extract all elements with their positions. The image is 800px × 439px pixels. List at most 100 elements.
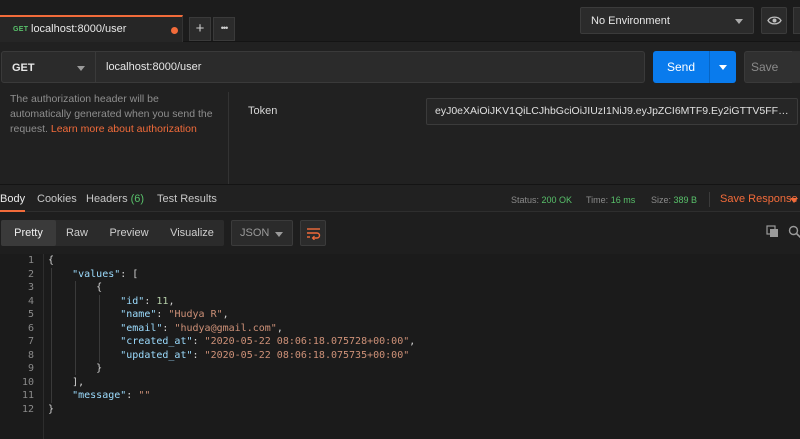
headers-count: (6) bbox=[130, 193, 145, 205]
code-line: { bbox=[48, 282, 103, 293]
tab-strip: GET localhost:8000/user + ••• No Environ… bbox=[0, 0, 800, 43]
format-value: JSON bbox=[240, 227, 270, 239]
time-label: Time: bbox=[586, 195, 609, 205]
view-mode-group: Pretty Raw Preview Visualize bbox=[1, 220, 224, 246]
manage-environments-button[interactable] bbox=[793, 7, 800, 34]
json-key: "name" bbox=[120, 309, 157, 320]
json-value: 11 bbox=[156, 295, 169, 307]
size-info: Size: 389 B bbox=[651, 195, 697, 205]
size-label: Size: bbox=[651, 195, 672, 205]
chevron-down-icon bbox=[735, 19, 743, 24]
response-toolbar: Pretty Raw Preview Visualize JSON bbox=[0, 212, 800, 254]
request-tab[interactable]: GET localhost:8000/user bbox=[0, 15, 183, 43]
line-number: 8 bbox=[27, 349, 34, 361]
size-value: 389 B bbox=[673, 195, 698, 205]
tab-test-results[interactable]: Test Results bbox=[157, 193, 217, 205]
code-line: } bbox=[48, 363, 103, 374]
unsaved-indicator-icon bbox=[171, 27, 178, 34]
time-info: Time: 16 ms bbox=[586, 195, 635, 205]
token-input[interactable]: eyJ0eXAiOiJKV1QiLCJhbGciOiJIUzI1NiJ9.eyJ… bbox=[426, 98, 798, 125]
json-key: "created_at" bbox=[120, 336, 193, 347]
tab-body[interactable]: Body bbox=[0, 193, 25, 205]
code-line: ], bbox=[48, 376, 85, 388]
auth-divider bbox=[228, 92, 229, 184]
eye-icon bbox=[767, 16, 782, 25]
line-number: 12 bbox=[21, 403, 34, 415]
response-tabs: Body Cookies Headers (6) Test Results St… bbox=[0, 184, 800, 212]
environment-selected: No Environment bbox=[591, 15, 670, 27]
http-method-value: GET bbox=[12, 62, 35, 74]
code-line: "message": "" bbox=[72, 390, 151, 401]
json-key: "id" bbox=[120, 295, 145, 307]
line-number-gutter: 1 2 3 4 5 6 7 8 9 10 11 12 bbox=[0, 254, 44, 439]
json-key: "message" bbox=[72, 390, 127, 401]
chevron-down-icon bbox=[77, 66, 85, 71]
view-raw[interactable]: Raw bbox=[56, 220, 98, 246]
environment-select[interactable]: No Environment bbox=[580, 7, 754, 34]
authorization-panel: The authorization header will be automat… bbox=[0, 92, 800, 184]
view-pretty[interactable]: Pretty bbox=[1, 220, 56, 246]
more-icon: ••• bbox=[220, 23, 229, 33]
code-line: "values": [ bbox=[72, 268, 139, 280]
json-key: "updated_at" bbox=[120, 349, 193, 361]
code-line: } bbox=[48, 403, 55, 415]
tab-options-button[interactable]: ••• bbox=[213, 17, 235, 41]
wrap-icon bbox=[307, 228, 321, 240]
send-options-button[interactable] bbox=[709, 51, 736, 83]
tab-headers-label: Headers bbox=[86, 193, 128, 205]
json-key: "values" bbox=[72, 268, 121, 280]
request-tab-title: localhost:8000/user bbox=[31, 23, 127, 35]
line-number: 1 bbox=[27, 255, 34, 266]
code-line: "name": "Hudya R", bbox=[120, 309, 229, 320]
view-preview[interactable]: Preview bbox=[98, 220, 160, 246]
json-value: "2020-05-22 08:06:18.075735+00:00" bbox=[204, 349, 410, 361]
add-tab-button[interactable]: + bbox=[189, 17, 211, 41]
json-value: "Hudya R" bbox=[168, 309, 223, 320]
line-number: 3 bbox=[27, 282, 34, 293]
meta-divider bbox=[709, 192, 710, 207]
add-tab-icon: + bbox=[195, 20, 205, 37]
line-number: 9 bbox=[27, 363, 34, 374]
code-line: "id": 11, bbox=[120, 295, 175, 307]
code-line: "email": "hudya@gmail.com", bbox=[120, 322, 283, 334]
json-value: "hudya@gmail.com" bbox=[174, 322, 277, 334]
token-label: Token bbox=[248, 105, 278, 117]
time-value: 16 ms bbox=[610, 195, 636, 205]
http-method-select[interactable]: GET bbox=[1, 51, 96, 83]
format-select[interactable]: JSON bbox=[231, 220, 293, 246]
request-url-bar: GET Send Save bbox=[0, 42, 800, 92]
authorization-help: The authorization header will be automat… bbox=[10, 92, 215, 137]
save-options-button[interactable] bbox=[792, 51, 800, 83]
line-number: 2 bbox=[27, 268, 34, 280]
url-input[interactable] bbox=[96, 51, 645, 83]
code-line: { bbox=[48, 255, 55, 266]
tab-cookies[interactable]: Cookies bbox=[37, 193, 77, 205]
code-line: "updated_at": "2020-05-22 08:06:18.07573… bbox=[120, 349, 410, 361]
code-line: "created_at": "2020-05-22 08:06:18.07572… bbox=[120, 336, 416, 347]
chevron-down-icon bbox=[275, 232, 283, 237]
environment-quick-look-button[interactable] bbox=[761, 7, 787, 34]
save-response-button[interactable]: Save Response bbox=[720, 193, 798, 205]
chevron-down-icon[interactable] bbox=[790, 198, 798, 203]
line-number: 4 bbox=[27, 295, 34, 307]
learn-more-link[interactable]: Learn more about authorization bbox=[51, 123, 197, 135]
line-number: 6 bbox=[27, 322, 34, 334]
line-number: 7 bbox=[27, 336, 34, 347]
copy-icon[interactable] bbox=[766, 225, 779, 238]
status-value: 200 OK bbox=[541, 195, 573, 205]
status-info: Status: 200 OK bbox=[511, 195, 572, 205]
json-value: "2020-05-22 08:06:18.075728+00:00" bbox=[204, 336, 410, 347]
json-value: "" bbox=[138, 390, 151, 401]
search-icon[interactable] bbox=[788, 225, 800, 238]
response-body[interactable]: 1 2 3 4 5 6 7 8 9 10 11 12 { "values": [… bbox=[0, 254, 800, 439]
json-key: "email" bbox=[120, 322, 163, 334]
tab-headers[interactable]: Headers (6) bbox=[86, 193, 144, 205]
wrap-lines-button[interactable] bbox=[300, 220, 326, 246]
view-visualize[interactable]: Visualize bbox=[160, 220, 224, 246]
line-number: 5 bbox=[27, 309, 34, 320]
request-tab-method: GET bbox=[13, 26, 29, 33]
status-label: Status: bbox=[511, 195, 540, 205]
send-button[interactable]: Send bbox=[653, 51, 709, 83]
line-number: 10 bbox=[21, 376, 34, 388]
line-number: 11 bbox=[21, 390, 34, 401]
